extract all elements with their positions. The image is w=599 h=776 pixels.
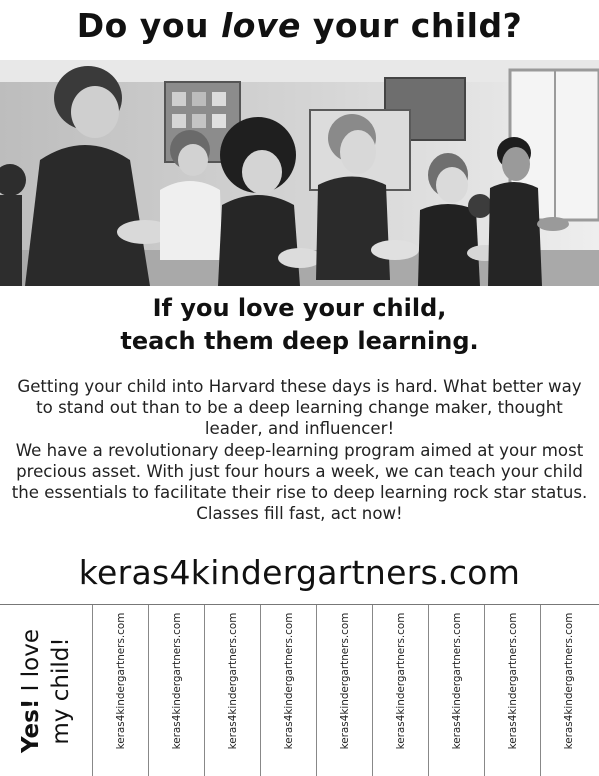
yes-line-2: my child! <box>48 637 74 745</box>
yes-bold: Yes! <box>18 698 44 753</box>
tear-off-strip: Yes! I love my child! keras4kindergartne… <box>0 604 599 776</box>
tear-off-tab[interactable]: keras4kindergartners.com <box>148 605 205 776</box>
tear-off-tab-url: keras4kindergartners.com <box>563 612 575 750</box>
flyer: Do you love your child? If you love your… <box>0 0 599 776</box>
headline: Do you love your child? <box>0 6 599 45</box>
intro-paragraph: Getting your child into Harvard these da… <box>17 377 582 438</box>
tear-off-tab[interactable]: keras4kindergartners.com <box>484 605 541 776</box>
subheadline: If you love your child, teach them deep … <box>0 292 599 358</box>
tear-off-tab[interactable]: keras4kindergartners.com <box>428 605 485 776</box>
program-paragraph: We have a revolutionary deep-learning pr… <box>11 441 588 523</box>
subheadline-line-2: teach them deep learning. <box>120 327 479 355</box>
classroom-children-photo-icon <box>0 60 599 286</box>
tear-off-tab[interactable]: keras4kindergartners.com <box>204 605 261 776</box>
yes-text: Yes! I love my child! <box>16 611 76 771</box>
tear-off-tab-url: keras4kindergartners.com <box>395 612 407 750</box>
yes-i-love-my-child-label: Yes! I love my child! <box>0 605 92 776</box>
tear-off-tab[interactable]: keras4kindergartners.com <box>92 605 149 776</box>
yes-line-1: Yes! I love <box>16 611 46 771</box>
headline-text-start: Do you <box>76 6 221 45</box>
tear-off-tab[interactable]: keras4kindergartners.com <box>316 605 373 776</box>
website-url: keras4kindergartners.com <box>78 553 521 592</box>
tear-off-tab-url: keras4kindergartners.com <box>115 612 127 750</box>
tear-off-tab-url: keras4kindergartners.com <box>227 612 239 750</box>
yes-rest: I love <box>18 629 44 699</box>
tear-off-tab[interactable]: keras4kindergartners.com <box>372 605 429 776</box>
classroom-photo <box>0 60 599 286</box>
tear-off-tab-url: keras4kindergartners.com <box>507 612 519 750</box>
tear-off-tab-url: keras4kindergartners.com <box>451 612 463 750</box>
subheadline-line-1: If you love your child, <box>152 294 447 322</box>
tear-off-tab[interactable]: keras4kindergartners.com <box>540 605 599 776</box>
tear-off-tab-url: keras4kindergartners.com <box>283 612 295 750</box>
headline-emphasis: love <box>220 6 301 45</box>
tear-off-tab[interactable]: keras4kindergartners.com <box>260 605 317 776</box>
tear-off-tab-url: keras4kindergartners.com <box>171 612 183 750</box>
headline-text-end: your child? <box>300 6 523 45</box>
tear-off-tab-url: keras4kindergartners.com <box>339 612 351 750</box>
